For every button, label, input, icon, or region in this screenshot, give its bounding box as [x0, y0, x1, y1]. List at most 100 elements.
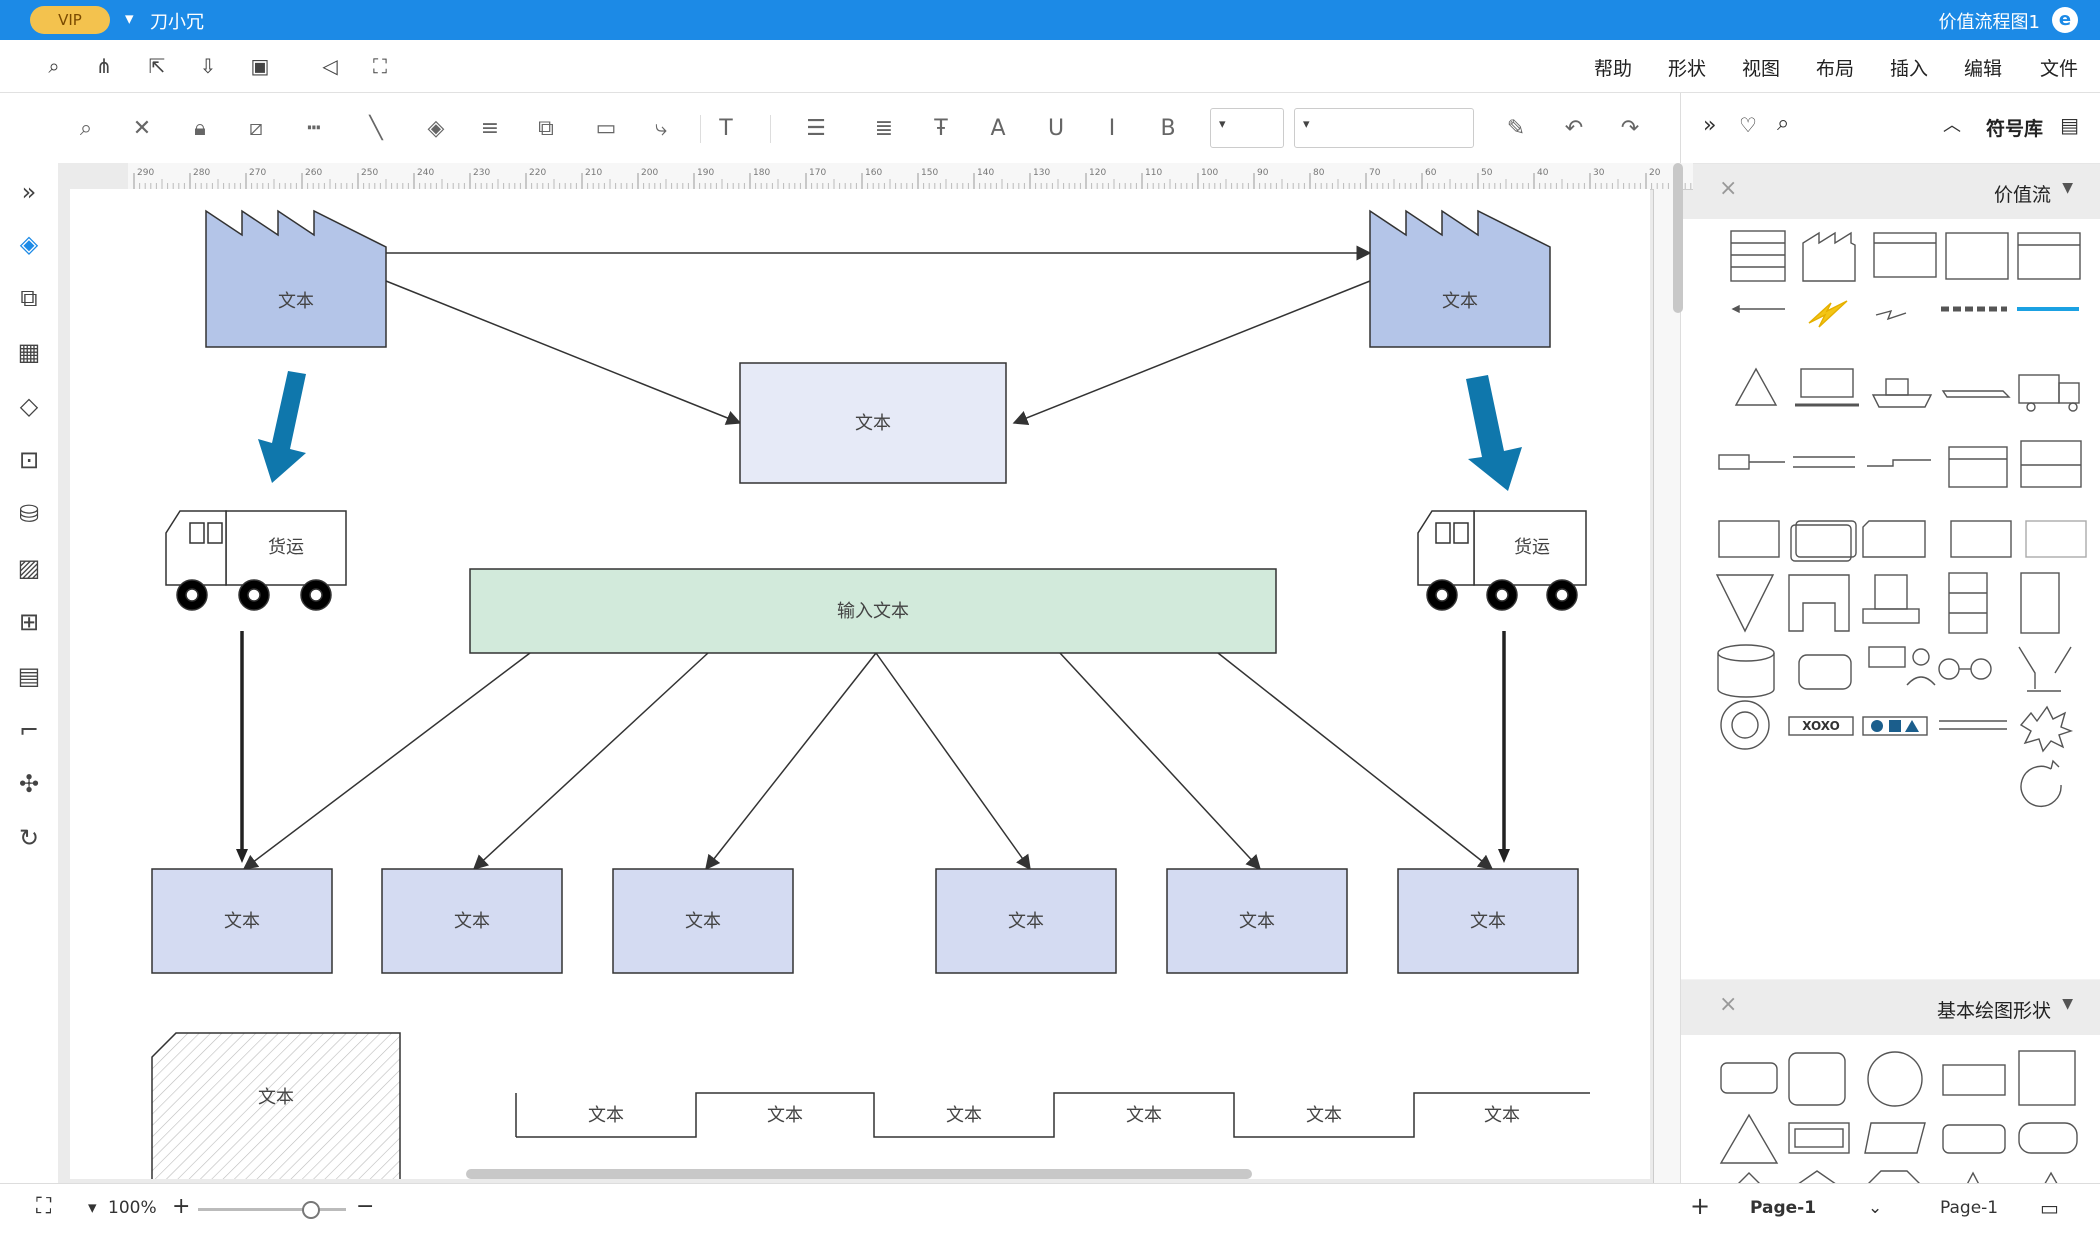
basic-shape-grid[interactable]	[1681, 1035, 2100, 1183]
diagram-page[interactable]: 文本 文本 文本 货运 货运 输入文本 文本 文本 文本 文本 文本 文本 文本…	[70, 189, 1650, 1179]
canvas-area[interactable]: 290 280 270 260 250 240 230 220 210 200 190 180 170 1…	[58, 163, 1697, 1183]
connector-icon[interactable]: ⤷	[645, 113, 677, 145]
underline-icon[interactable]: U	[1040, 113, 1072, 145]
align-icon[interactable]: ≡	[474, 113, 506, 145]
text-box-icon[interactable]: T	[710, 113, 742, 145]
font-size-select[interactable]: ▾	[1210, 108, 1284, 148]
user-dropdown-icon[interactable]: ▾	[125, 9, 134, 29]
presentation-icon[interactable]: ⊡	[14, 445, 44, 475]
image-icon[interactable]: ▨	[14, 553, 44, 583]
text-align-icon[interactable]: ≣	[868, 113, 900, 145]
line-spacing-icon[interactable]: ☰	[800, 113, 832, 145]
chevron-down-icon[interactable]: ▾	[88, 1198, 97, 1218]
expand-panel-icon[interactable]: »	[14, 177, 44, 207]
ruler-tick-label: 150	[921, 168, 938, 178]
crop-icon[interactable]: ⧄	[240, 113, 272, 145]
vip-badge[interactable]: VIP	[30, 6, 110, 34]
truck-right[interactable]	[1417, 510, 1587, 611]
connector-line[interactable]	[1059, 652, 1262, 871]
table-icon[interactable]: ▤	[14, 661, 44, 691]
menu-help[interactable]: 帮助	[1594, 54, 1632, 81]
download-icon[interactable]: ⇩	[196, 54, 220, 78]
connector-line[interactable]	[242, 652, 531, 870]
mindmap-icon[interactable]: ✣	[14, 769, 44, 799]
truck-left[interactable]	[165, 510, 347, 611]
close-icon[interactable]: ×	[1719, 176, 1737, 201]
zoom-slider-handle[interactable]	[302, 1201, 320, 1219]
factory-right[interactable]	[1369, 209, 1551, 348]
page-settings-icon[interactable]: ⧉	[14, 283, 44, 313]
fit-screen-icon[interactable]: ⛶	[36, 1194, 51, 1219]
page-selector[interactable]: Page-1	[1940, 1198, 1998, 1218]
document-title[interactable]: 价值流程图1	[1939, 8, 2040, 34]
shipment-arrow-left[interactable]	[258, 371, 306, 483]
connector-line[interactable]	[1012, 280, 1371, 425]
page-panel-icon[interactable]: ▭	[2040, 1196, 2059, 1220]
library-section-value-stream[interactable]: × 价值流 ▼	[1681, 164, 2100, 219]
value-stream-shape-grid[interactable]: XOXO	[1681, 219, 2100, 979]
favorite-icon[interactable]: ♡	[1739, 113, 1757, 137]
line-style-icon[interactable]: ┅	[298, 113, 330, 145]
layers-icon[interactable]: ◇	[14, 391, 44, 421]
value-stream-diagram[interactable]: 文本 文本 文本 货运 货运 输入文本 文本 文本 文本 文本 文本 文本 文本…	[70, 189, 1650, 1179]
add-page-icon[interactable]: +	[1690, 1192, 1710, 1220]
menu-edit[interactable]: 编辑	[1964, 54, 2002, 81]
data-icon[interactable]: ⛁	[14, 499, 44, 529]
zoom-slider-track[interactable]	[198, 1208, 346, 1211]
connector-line[interactable]	[705, 652, 877, 871]
connector-line[interactable]	[1217, 652, 1494, 870]
export-icon[interactable]: ⇱	[145, 54, 169, 78]
group-icon[interactable]: ⧉	[530, 113, 562, 145]
search-icon[interactable]: ⌕	[70, 113, 102, 145]
timeline-label: 文本	[767, 1105, 803, 1126]
share-icon[interactable]: ⋔	[92, 54, 116, 78]
font-color-icon[interactable]: A	[982, 113, 1014, 145]
menu-layout[interactable]: 布局	[1816, 54, 1854, 81]
redo-icon[interactable]: ↷	[1614, 113, 1646, 145]
close-icon[interactable]: ×	[1719, 992, 1737, 1017]
connector-line[interactable]	[385, 280, 742, 425]
chevron-up-icon[interactable]: ︿	[1943, 111, 1961, 137]
bold-icon[interactable]: B	[1152, 113, 1184, 145]
find-icon[interactable]: ⌕	[42, 54, 66, 78]
fullscreen-icon[interactable]: ⛶	[368, 54, 392, 78]
zoom-level[interactable]: 100%	[108, 1198, 157, 1218]
horizontal-scrollbar[interactable]	[466, 1169, 1252, 1179]
timeline[interactable]	[515, 1092, 1590, 1138]
connector-line[interactable]	[875, 652, 1031, 871]
grid-icon[interactable]: ▦	[14, 337, 44, 367]
current-page-tab[interactable]: Page-1	[1750, 1198, 1816, 1218]
format-painter-icon[interactable]: ✎	[1500, 113, 1532, 145]
fill-style-icon[interactable]: ◈	[14, 229, 44, 259]
italic-icon[interactable]: I	[1096, 113, 1128, 145]
collapse-panel-icon[interactable]: »	[1703, 113, 1716, 138]
lock-icon[interactable]: 🔒︎	[184, 113, 216, 145]
font-family-select[interactable]: ▾	[1294, 108, 1474, 148]
history-icon[interactable]: ↻	[14, 823, 44, 853]
tools-icon[interactable]: ✕	[126, 113, 158, 145]
zoom-out-icon[interactable]: −	[356, 1194, 374, 1219]
chevron-down-icon[interactable]: ⌄	[1868, 1198, 1882, 1218]
line-color-icon[interactable]: ╲	[360, 113, 392, 145]
format-icon[interactable]: ⌐	[14, 715, 44, 745]
play-icon[interactable]: ◁	[318, 54, 342, 78]
text-format-icon[interactable]: Ŧ	[925, 113, 957, 145]
arrange-icon[interactable]: ▭	[590, 113, 622, 145]
shipment-arrow-right[interactable]	[1466, 375, 1522, 491]
fill-color-icon[interactable]: ◈	[420, 113, 452, 145]
menu-shape[interactable]: 形状	[1668, 54, 1706, 81]
vertical-scrollbar[interactable]	[1673, 163, 1683, 313]
factory-left[interactable]	[205, 209, 387, 348]
user-name[interactable]: 刀小冗	[150, 8, 204, 34]
menu-insert[interactable]: 插入	[1890, 54, 1928, 81]
org-chart-icon[interactable]: ⊞	[14, 607, 44, 637]
connector-line[interactable]	[472, 652, 709, 871]
menu-view[interactable]: 视图	[1742, 54, 1780, 81]
undo-icon[interactable]: ↶	[1558, 113, 1590, 145]
library-search-icon[interactable]: ⌕	[1777, 111, 1789, 136]
library-title[interactable]: 符号库	[1986, 114, 2043, 141]
save-icon[interactable]: ▣	[248, 54, 272, 78]
zoom-in-icon[interactable]: +	[172, 1194, 190, 1219]
library-section-basic-shapes[interactable]: × 基本绘图形状 ▼	[1681, 980, 2100, 1035]
menu-file[interactable]: 文件	[2040, 54, 2078, 81]
